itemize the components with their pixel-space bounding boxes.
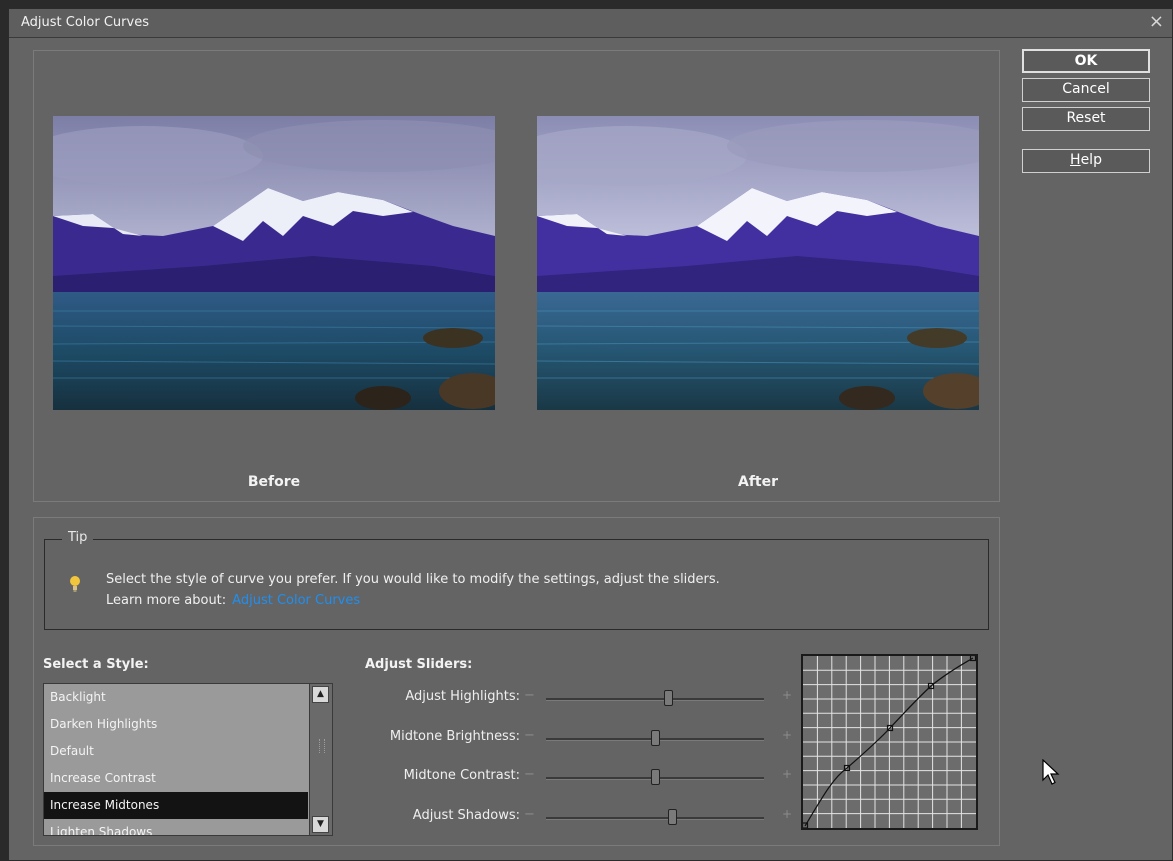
before-label: Before bbox=[247, 474, 301, 490]
lightbulb-icon bbox=[70, 576, 80, 592]
list-item[interactable]: Lighten Shadows bbox=[44, 819, 308, 835]
list-item[interactable]: Darken Highlights bbox=[44, 711, 308, 738]
slider-label: Midtone Brightness: bbox=[389, 729, 520, 744]
midtone-contrast-slider[interactable] bbox=[650, 769, 660, 785]
after-label: After bbox=[737, 474, 779, 490]
scroll-down-icon[interactable]: ▼ bbox=[312, 816, 329, 833]
slider-track[interactable] bbox=[546, 817, 764, 820]
window-title: Adjust Color Curves bbox=[21, 15, 149, 30]
reset-button[interactable]: Reset bbox=[1022, 107, 1150, 131]
learn-more-label: Learn more about: bbox=[106, 593, 227, 608]
mouse-cursor-icon bbox=[1042, 759, 1060, 785]
minus-icon: − bbox=[524, 807, 535, 822]
minus-icon: − bbox=[524, 728, 535, 743]
minus-icon: − bbox=[524, 767, 535, 782]
title-bar[interactable]: Adjust Color Curves × bbox=[9, 9, 1172, 38]
adjust-shadows-slider-row: Adjust Shadows: − + bbox=[350, 806, 793, 830]
curve-graph bbox=[801, 654, 978, 830]
plus-icon: + bbox=[782, 807, 793, 821]
tip-text: Select the style of curve you prefer. If… bbox=[106, 569, 720, 611]
scroll-grip[interactable] bbox=[319, 739, 325, 753]
list-item[interactable]: Backlight bbox=[44, 684, 308, 711]
preview-panel: Before After bbox=[33, 50, 1000, 502]
close-icon[interactable]: × bbox=[1149, 12, 1164, 32]
midtone-contrast-slider-row: Midtone Contrast: − + bbox=[350, 766, 793, 790]
list-scrollbar[interactable]: ▲ ▼ bbox=[309, 684, 332, 835]
cancel-button[interactable]: Cancel bbox=[1022, 78, 1150, 102]
help-mnemonic: H bbox=[1070, 152, 1081, 168]
list-item[interactable]: Increase Contrast bbox=[44, 765, 308, 792]
tip-box: Tip Select the style of curve you prefer… bbox=[44, 530, 989, 630]
adjust-shadows-slider[interactable] bbox=[667, 809, 677, 825]
tip-line-2: Learn more about: Adjust Color Curves bbox=[106, 590, 720, 611]
curve-graph-svg bbox=[803, 656, 976, 828]
help-button[interactable]: Help bbox=[1022, 149, 1150, 173]
help-label: elp bbox=[1080, 152, 1102, 168]
slider-track[interactable] bbox=[546, 698, 764, 701]
plus-icon: + bbox=[782, 728, 793, 742]
tip-legend: Tip bbox=[62, 530, 94, 545]
midtone-brightness-slider-row: Midtone Brightness: − + bbox=[350, 727, 793, 751]
plus-icon: + bbox=[782, 688, 793, 702]
slider-label: Midtone Contrast: bbox=[403, 768, 520, 783]
slider-label: Adjust Highlights: bbox=[405, 689, 520, 704]
adjust-highlights-slider-row: Adjust Highlights: − + bbox=[350, 687, 793, 711]
adjust-sliders-label: Adjust Sliders: bbox=[365, 657, 473, 672]
adjust-highlights-slider[interactable] bbox=[663, 690, 673, 706]
adjust-color-curves-help-link[interactable]: Adjust Color Curves bbox=[232, 593, 360, 608]
settings-panel: Tip Select the style of curve you prefer… bbox=[33, 517, 1000, 846]
after-preview-image bbox=[537, 116, 979, 410]
ok-button[interactable]: OK bbox=[1022, 49, 1150, 73]
adjust-color-curves-dialog: Adjust Color Curves × Before After Tip S… bbox=[8, 8, 1173, 861]
slider-label: Adjust Shadows: bbox=[412, 808, 520, 823]
plus-icon: + bbox=[782, 767, 793, 781]
list-item-selected[interactable]: Increase Midtones bbox=[44, 792, 308, 819]
midtone-brightness-slider[interactable] bbox=[650, 730, 660, 746]
style-list[interactable]: Backlight Darken Highlights Default Incr… bbox=[43, 683, 333, 836]
tip-line-1: Select the style of curve you prefer. If… bbox=[106, 572, 720, 587]
minus-icon: − bbox=[524, 688, 535, 703]
scroll-up-icon[interactable]: ▲ bbox=[312, 686, 329, 703]
list-item[interactable]: Default bbox=[44, 738, 308, 765]
before-preview-image bbox=[53, 116, 495, 410]
select-style-label: Select a Style: bbox=[43, 657, 149, 672]
